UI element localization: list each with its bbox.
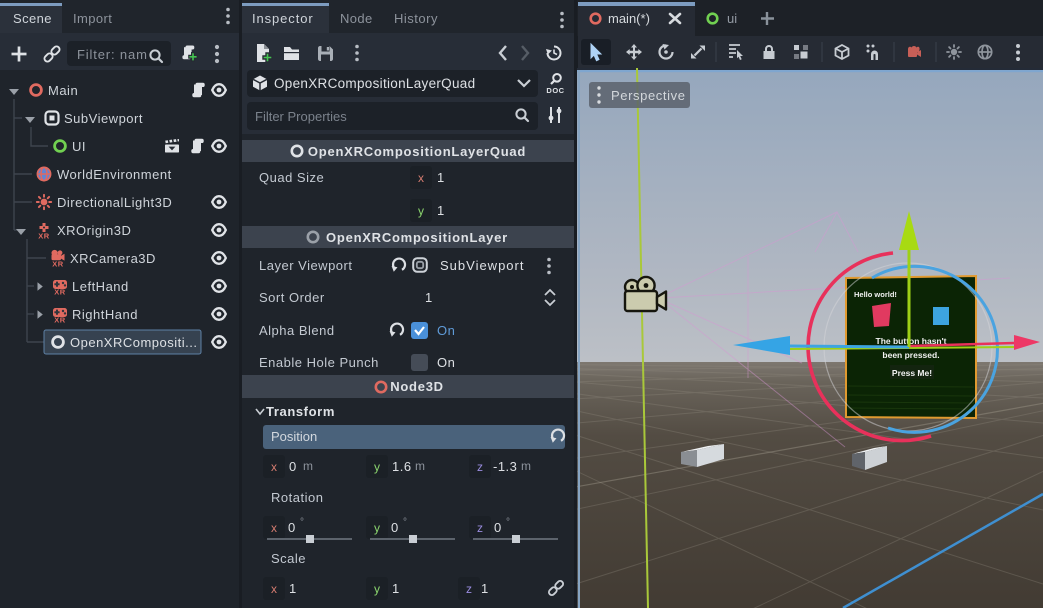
- svg-text:XROrigin3D: XROrigin3D: [57, 223, 131, 238]
- svg-text:XR: XR: [54, 316, 66, 325]
- svg-text:DOC: DOC: [546, 86, 564, 95]
- svg-text:Main: Main: [48, 83, 78, 98]
- svg-text:WorldEnvironment: WorldEnvironment: [57, 167, 172, 182]
- svg-text:UI: UI: [72, 139, 86, 154]
- svg-text:LeftHand: LeftHand: [72, 279, 129, 294]
- svg-text:XR: XR: [54, 288, 66, 297]
- svg-text:RightHand: RightHand: [72, 307, 138, 322]
- svg-text:XR: XR: [52, 260, 64, 269]
- svg-text:XR: XR: [38, 232, 50, 241]
- svg-text:DirectionalLight3D: DirectionalLight3D: [57, 195, 172, 210]
- svg-text:SubViewport: SubViewport: [64, 111, 143, 126]
- svg-text:OpenXRCompositi...: OpenXRCompositi...: [70, 335, 198, 350]
- svg-text:XRCamera3D: XRCamera3D: [70, 251, 156, 266]
